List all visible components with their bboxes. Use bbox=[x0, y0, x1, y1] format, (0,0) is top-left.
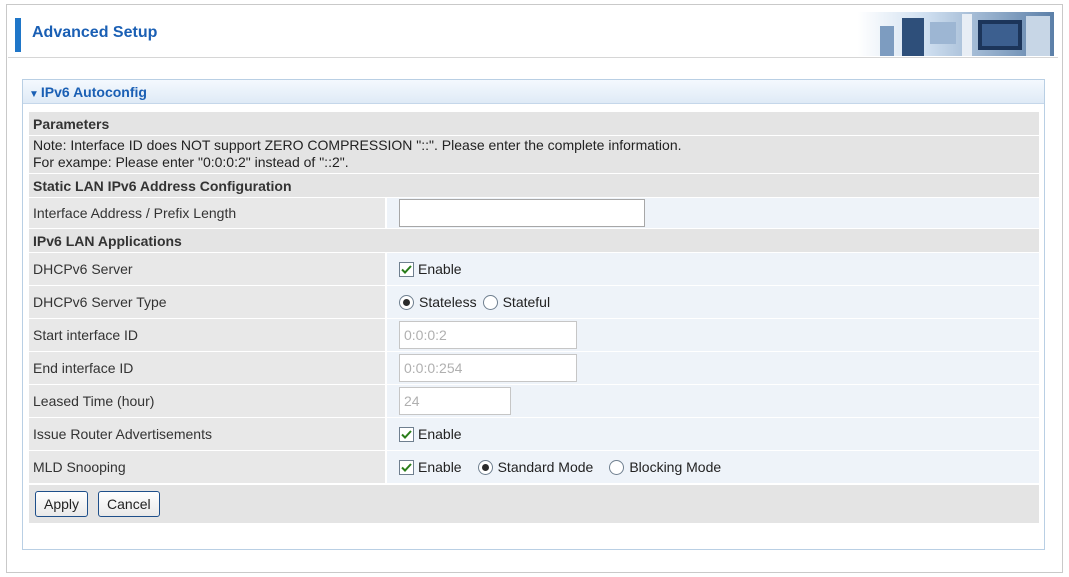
blocking-mode-option[interactable]: Blocking Mode bbox=[609, 459, 721, 475]
mld-snooping-label: MLD Snooping bbox=[29, 451, 385, 483]
row-start-interface-id: Start interface ID bbox=[29, 319, 1039, 352]
note-line-1: Note: Interface ID does NOT support ZERO… bbox=[33, 137, 682, 153]
checkmark-icon bbox=[401, 429, 412, 439]
stateful-label: Stateful bbox=[502, 294, 551, 310]
section-lan-apps: IPv6 LAN Applications bbox=[29, 229, 1039, 253]
mld-snooping-enable-label: Enable bbox=[418, 459, 462, 475]
mld-snooping-enable-option[interactable]: Enable bbox=[399, 459, 462, 475]
collapse-triangle-icon[interactable]: ▼ bbox=[29, 89, 39, 100]
interface-address-input[interactable] bbox=[399, 199, 645, 227]
dhcpv6-server-checkbox[interactable] bbox=[399, 261, 414, 277]
header-banner-image bbox=[858, 12, 1054, 56]
page-title: Advanced Setup bbox=[32, 24, 158, 41]
standard-mode-option[interactable]: Standard Mode bbox=[477, 459, 594, 475]
leased-time-label: Leased Time (hour) bbox=[29, 385, 385, 417]
row-dhcpv6-server: DHCPv6 Server Enable bbox=[29, 253, 1039, 286]
section-static-lan: Static LAN IPv6 Address Configuration bbox=[29, 174, 1039, 198]
row-issue-router-ads: Issue Router Advertisements Enable bbox=[29, 418, 1039, 451]
apply-button[interactable]: Apply bbox=[35, 491, 89, 517]
issue-router-ads-label: Issue Router Advertisements bbox=[29, 418, 385, 450]
panel-title: IPv6 Autoconfig bbox=[40, 84, 147, 100]
stateless-option[interactable]: Stateless bbox=[399, 294, 477, 310]
mld-snooping-checkbox[interactable] bbox=[399, 459, 414, 475]
header-accent-bar bbox=[15, 18, 21, 52]
note-line-2: For exampe: Please enter "0:0:0:2" inste… bbox=[33, 154, 349, 170]
button-bar: Apply Cancel bbox=[29, 485, 1039, 523]
row-dhcpv6-server-type: DHCPv6 Server Type Stateless Stateful bbox=[29, 286, 1039, 319]
blocking-mode-radio[interactable] bbox=[609, 459, 625, 475]
page-header: Advanced Setup bbox=[8, 8, 1058, 58]
checkmark-icon bbox=[401, 462, 412, 472]
end-interface-id-input[interactable] bbox=[399, 354, 577, 382]
dhcpv6-server-enable-label: Enable bbox=[418, 261, 462, 277]
interface-address-label: Interface Address / Prefix Length bbox=[29, 198, 385, 228]
leased-time-input[interactable] bbox=[399, 387, 511, 415]
dhcpv6-server-type-label: DHCPv6 Server Type bbox=[29, 286, 385, 318]
dhcpv6-server-enable-option[interactable]: Enable bbox=[399, 261, 462, 277]
ipv6-autoconfig-panel: ▼ IPv6 Autoconfig Parameters Note: Interf… bbox=[22, 79, 1045, 550]
issue-router-ads-checkbox[interactable] bbox=[399, 426, 414, 442]
standard-mode-label: Standard Mode bbox=[497, 459, 594, 475]
row-leased-time: Leased Time (hour) bbox=[29, 385, 1039, 418]
panel-header[interactable]: ▼ IPv6 Autoconfig bbox=[23, 80, 1044, 104]
dhcpv6-server-label: DHCPv6 Server bbox=[29, 253, 385, 285]
stateless-label: Stateless bbox=[419, 294, 477, 310]
stateful-radio[interactable] bbox=[482, 294, 498, 310]
issue-router-ads-enable-label: Enable bbox=[418, 426, 462, 442]
stateful-option[interactable]: Stateful bbox=[482, 294, 551, 310]
start-interface-id-label: Start interface ID bbox=[29, 319, 385, 351]
checkmark-icon bbox=[401, 264, 412, 274]
start-interface-id-input[interactable] bbox=[399, 321, 577, 349]
section-parameters: Parameters bbox=[29, 112, 1039, 136]
row-end-interface-id: End interface ID bbox=[29, 352, 1039, 385]
standard-mode-radio[interactable] bbox=[477, 459, 493, 475]
cancel-button[interactable]: Cancel bbox=[98, 491, 160, 517]
row-interface-address: Interface Address / Prefix Length bbox=[29, 198, 1039, 229]
issue-router-ads-enable-option[interactable]: Enable bbox=[399, 426, 462, 442]
end-interface-id-label: End interface ID bbox=[29, 352, 385, 384]
stateless-radio[interactable] bbox=[399, 294, 414, 310]
blocking-mode-label: Blocking Mode bbox=[629, 459, 722, 475]
note-text: Note: Interface ID does NOT support ZERO… bbox=[29, 136, 1039, 174]
row-mld-snooping: MLD Snooping Enable Standard Mode Blocki… bbox=[29, 451, 1039, 484]
